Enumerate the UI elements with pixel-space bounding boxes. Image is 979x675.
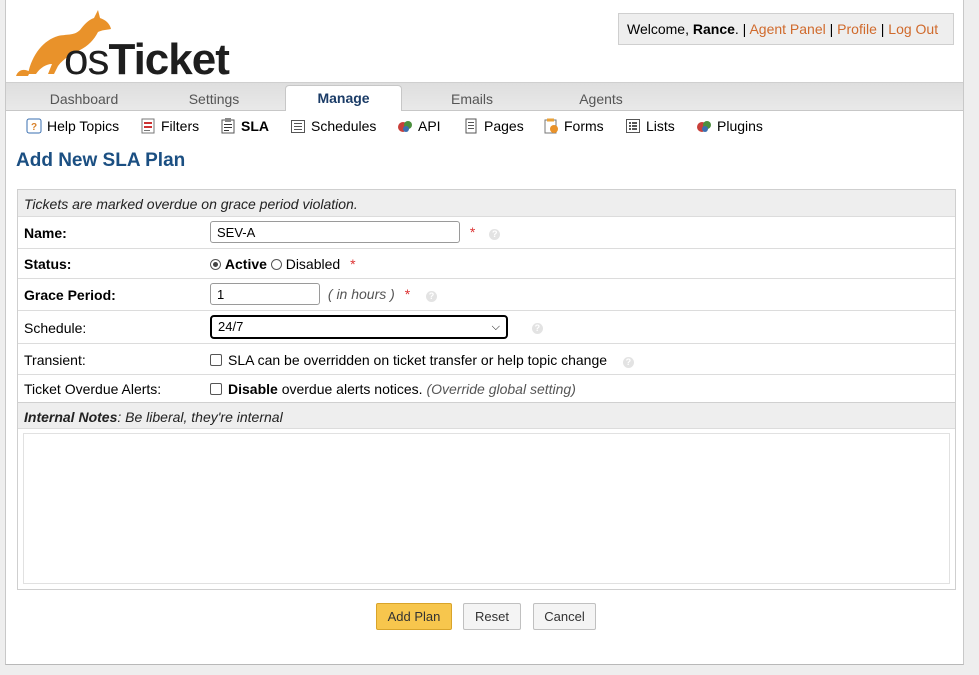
logo-ticket: Ticket [108, 35, 229, 84]
osticket-logo[interactable]: osTicket [14, 6, 230, 82]
sla-icon [221, 118, 235, 134]
filters-icon [141, 118, 155, 134]
subnav-plugins[interactable]: Plugins [696, 116, 763, 136]
status-active-radio[interactable] [210, 259, 221, 270]
help-topics-icon: ? [26, 118, 42, 134]
subnav-label: Pages [484, 118, 524, 134]
schedule-label: Schedule: [24, 320, 87, 336]
subnav-forms[interactable]: Forms [543, 116, 604, 136]
lists-icon [626, 119, 640, 133]
required-marker: * [404, 285, 411, 302]
form-header-note: Tickets are marked overdue on grace peri… [24, 196, 358, 212]
form-header-row: Tickets are marked overdue on grace peri… [18, 190, 955, 217]
schedule-row: Schedule: 24/7 ⌵ ? [18, 311, 955, 344]
disable-bold-text: Disable [228, 381, 278, 397]
internal-notes-header: Internal Notes: Be liberal, they're inte… [18, 402, 955, 429]
disable-overdue-alerts-checkbox[interactable] [210, 383, 222, 395]
status-active-label: Active [224, 256, 267, 272]
logo-os: os [64, 35, 109, 84]
tab-settings[interactable]: Settings [154, 87, 274, 111]
api-icon [398, 121, 412, 132]
subnav-label: Forms [564, 118, 604, 134]
subnav-label: Help Topics [47, 118, 120, 134]
plugins-icon [697, 121, 711, 132]
svg-text:?: ? [31, 122, 37, 133]
required-marker: * [469, 223, 476, 240]
schedule-select[interactable]: 24/7 ⌵ [210, 315, 508, 339]
internal-notes-text: : Be liberal, they're internal [117, 409, 283, 425]
transient-checkbox-label: SLA can be overridden on ticket transfer… [228, 352, 608, 368]
user-box: Welcome, Rance. | Agent Panel | Profile … [618, 13, 954, 45]
subnav-pages[interactable]: Pages [463, 116, 524, 136]
internal-notes-bold: Internal Notes [24, 409, 118, 425]
main-nav: Dashboard Settings Manage Emails Agents [6, 82, 963, 112]
separator: . | [734, 21, 750, 37]
cancel-button[interactable]: Cancel [533, 603, 596, 630]
reset-button[interactable]: Reset [463, 603, 521, 630]
help-icon[interactable]: ? [531, 322, 543, 334]
agent-panel-link[interactable]: Agent Panel [749, 21, 825, 37]
internal-notes-heading: Internal Notes: Be liberal, they're inte… [24, 409, 283, 425]
forms-icon [544, 118, 558, 134]
page: osTicket Welcome, Rance. | Agent Panel |… [5, 0, 964, 665]
tab-agents[interactable]: Agents [541, 87, 661, 111]
tab-dashboard[interactable]: Dashboard [24, 87, 144, 111]
grace-period-input[interactable] [210, 283, 320, 305]
subnav-schedules[interactable]: Schedules [290, 116, 376, 136]
schedules-icon [291, 120, 305, 133]
status-disabled-label: Disabled [285, 256, 341, 272]
subnav-label: Filters [161, 118, 200, 134]
tab-manage[interactable]: Manage [285, 85, 402, 112]
status-label: Status: [24, 256, 72, 272]
pages-icon [465, 118, 477, 134]
sla-form: Tickets are marked overdue on grace peri… [17, 189, 956, 590]
override-hint: (Override global setting) [426, 381, 576, 397]
profile-link[interactable]: Profile [837, 21, 877, 37]
subnav-filters[interactable]: Filters [140, 116, 199, 136]
user-name: Rance [692, 21, 735, 37]
internal-notes-textarea[interactable] [23, 433, 950, 584]
logout-link[interactable]: Log Out [888, 21, 938, 37]
help-icon[interactable]: ? [426, 290, 438, 302]
overdue-alerts-text: overdue alerts notices. [277, 381, 427, 397]
name-input[interactable] [210, 221, 460, 243]
welcome-text: Welcome, [627, 21, 693, 37]
name-label: Name: [24, 225, 67, 241]
overdue-alerts-label: Ticket Overdue Alerts: [24, 381, 162, 397]
subnav-lists[interactable]: Lists [625, 116, 675, 136]
subnav-label: API [418, 118, 441, 134]
required-marker: * [350, 256, 356, 272]
grace-period-row: Grace Period: ( in hours ) * ? [18, 279, 955, 311]
grace-period-unit: ( in hours ) [327, 285, 395, 302]
chevron-down-icon: ⌵ [491, 321, 500, 333]
add-plan-button[interactable]: Add Plan [376, 603, 452, 630]
grace-period-label: Grace Period: [24, 287, 116, 303]
logo-wordmark: osTicket [64, 35, 230, 84]
overdue-alerts-row: Ticket Overdue Alerts: Disable overdue a… [18, 375, 955, 402]
subnav-label: Plugins [717, 118, 763, 134]
transient-checkbox[interactable] [210, 354, 222, 366]
subnav-label: Schedules [311, 118, 377, 134]
schedule-selected-value: 24/7 [218, 319, 244, 334]
tab-emails[interactable]: Emails [412, 87, 532, 111]
subnav-label: SLA [241, 118, 269, 134]
subnav-api[interactable]: API [397, 116, 441, 136]
help-icon[interactable]: ? [622, 357, 634, 368]
subnav-label: Lists [646, 118, 675, 134]
sub-nav: ? Help Topics Filters SLA Schedules API P… [6, 111, 963, 141]
status-row: Status: Active Disabled * [18, 249, 955, 279]
header: osTicket Welcome, Rance. | Agent Panel |… [6, 0, 963, 82]
subnav-sla[interactable]: SLA [220, 116, 269, 136]
separator: | [876, 21, 889, 37]
page-title: Add New SLA Plan [16, 150, 186, 171]
transient-label: Transient: [24, 352, 86, 368]
name-row: Name: * ? [18, 217, 955, 249]
status-disabled-radio[interactable] [270, 259, 282, 270]
transient-row: Transient: SLA can be overridden on tick… [18, 344, 955, 375]
subnav-help-topics[interactable]: ? Help Topics [26, 116, 119, 136]
separator: | [825, 21, 838, 37]
help-icon[interactable]: ? [489, 228, 501, 240]
